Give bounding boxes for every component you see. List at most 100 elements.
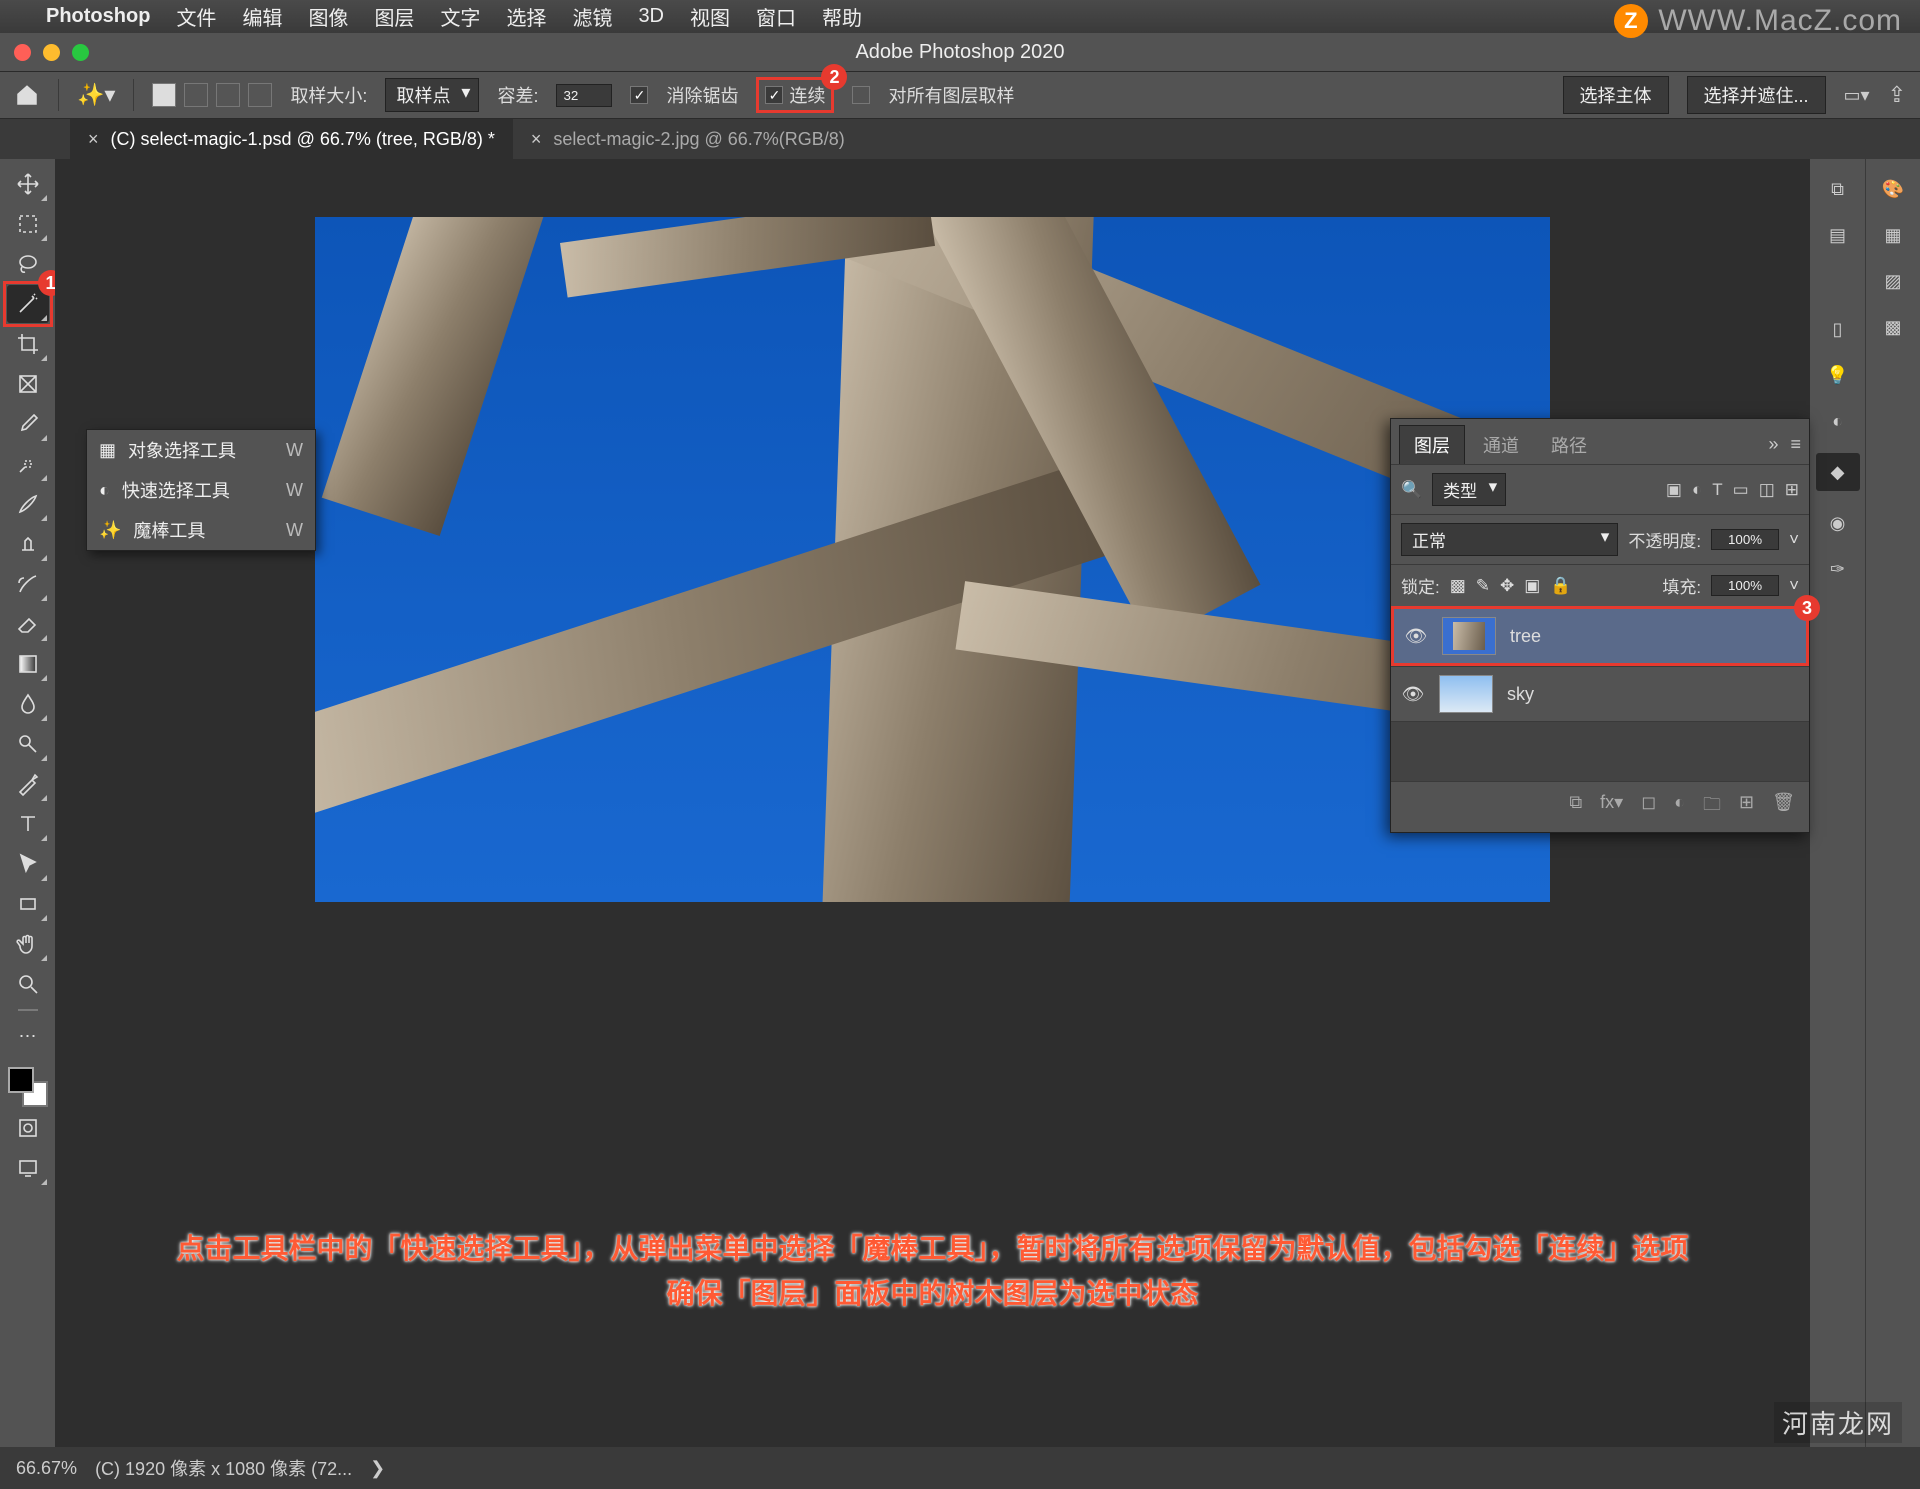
tolerance-input[interactable]: [556, 84, 612, 107]
gradients-panel-icon[interactable]: ▨: [1879, 267, 1907, 295]
subtract-selection-icon[interactable]: [216, 83, 240, 107]
workspace-switcher-icon[interactable]: ▭▾: [1844, 85, 1870, 106]
menu-view[interactable]: 视图: [690, 2, 730, 31]
search-icon[interactable]: 🔍: [1401, 480, 1422, 500]
frame-tool[interactable]: [7, 365, 49, 403]
layer-thumbnail[interactable]: [1439, 675, 1493, 713]
document-tab[interactable]: × select-magic-2.jpg @ 66.7%(RGB/8): [513, 119, 863, 159]
filter-pixel-icon[interactable]: ▣: [1666, 480, 1682, 500]
filter-type-icon[interactable]: T: [1712, 480, 1722, 500]
flyout-item-quick-selection[interactable]: ◐ 快速选择工具 W: [87, 470, 315, 510]
lock-artboard-icon[interactable]: ▣: [1524, 576, 1540, 596]
info-panel-icon[interactable]: 💡: [1824, 361, 1852, 389]
rectangle-tool[interactable]: [7, 885, 49, 923]
fill-chevron-icon[interactable]: ˅: [1789, 576, 1799, 596]
share-icon[interactable]: ⇪: [1888, 82, 1906, 108]
quick-mask-icon[interactable]: [7, 1109, 49, 1147]
menu-file[interactable]: 文件: [176, 2, 216, 31]
filter-smart-icon[interactable]: ◫: [1759, 480, 1775, 500]
move-tool[interactable]: [7, 165, 49, 203]
lock-transparency-icon[interactable]: ▩: [1450, 576, 1466, 596]
patterns-panel-icon[interactable]: ▩: [1879, 313, 1907, 341]
edit-toolbar-icon[interactable]: ⋯: [7, 1017, 49, 1055]
document-tab[interactable]: × (C) select-magic-1.psd @ 66.7% (tree, …: [70, 119, 513, 159]
tab-paths[interactable]: 路径: [1537, 426, 1601, 464]
menu-help[interactable]: 帮助: [822, 2, 862, 31]
crop-tool[interactable]: [7, 325, 49, 363]
contiguous-checkbox[interactable]: ✓: [765, 86, 783, 104]
swatches-panel-icon[interactable]: ▦: [1879, 221, 1907, 249]
add-selection-icon[interactable]: [184, 83, 208, 107]
new-layer-icon[interactable]: ⊞: [1739, 792, 1754, 822]
document-canvas[interactable]: [315, 217, 1550, 902]
layer-item-sky[interactable]: 👁 sky: [1391, 666, 1809, 721]
visibility-eye-icon[interactable]: 👁: [1404, 626, 1428, 647]
foreground-color-swatch[interactable]: [8, 1067, 34, 1093]
filter-toggle-icon[interactable]: ⊞: [1785, 480, 1799, 500]
layer-filter-dropdown[interactable]: 类型: [1432, 473, 1506, 506]
menu-filter[interactable]: 滤镜: [572, 2, 612, 31]
blend-mode-dropdown[interactable]: 正常: [1401, 523, 1618, 556]
panel-menu-icon[interactable]: ≡: [1790, 434, 1801, 455]
gradient-tool[interactable]: [7, 645, 49, 683]
zoom-window-icon[interactable]: [72, 44, 89, 61]
flyout-item-magic-wand[interactable]: ✨ 魔棒工具 W: [87, 510, 315, 550]
fill-input[interactable]: [1711, 575, 1779, 596]
layer-name[interactable]: tree: [1510, 626, 1541, 647]
new-selection-icon[interactable]: [152, 83, 176, 107]
dodge-tool[interactable]: [7, 725, 49, 763]
doc-info[interactable]: (C) 1920 像素 x 1080 像素 (72...: [95, 1455, 352, 1481]
layer-group-icon[interactable]: 🗀: [1703, 792, 1721, 822]
delete-layer-icon[interactable]: 🗑: [1772, 792, 1795, 822]
color-picker[interactable]: [8, 1067, 48, 1107]
opacity-input[interactable]: [1711, 529, 1779, 550]
menu-edit[interactable]: 编辑: [242, 2, 282, 31]
eyedropper-tool[interactable]: [7, 405, 49, 443]
layer-mask-icon[interactable]: ◻: [1641, 792, 1656, 822]
collapse-panel-icon[interactable]: »: [1768, 434, 1778, 455]
lock-position-icon[interactable]: ✥: [1500, 576, 1514, 596]
menu-3d[interactable]: 3D: [638, 5, 664, 28]
hand-tool[interactable]: [7, 925, 49, 963]
filter-adjust-icon[interactable]: ◐: [1692, 480, 1702, 500]
menu-type[interactable]: 文字: [440, 2, 480, 31]
all-layers-checkbox[interactable]: [852, 86, 870, 104]
tab-channels[interactable]: 通道: [1469, 426, 1533, 464]
adjustment-layer-icon[interactable]: ◐: [1674, 792, 1685, 822]
minimize-window-icon[interactable]: [43, 44, 60, 61]
intersect-selection-icon[interactable]: [248, 83, 272, 107]
type-tool[interactable]: [7, 805, 49, 843]
brush-tool[interactable]: [7, 485, 49, 523]
healing-brush-tool[interactable]: [7, 445, 49, 483]
layer-thumbnail[interactable]: [1442, 617, 1496, 655]
link-layers-icon[interactable]: ⧉: [1569, 792, 1582, 822]
clone-stamp-tool[interactable]: [7, 525, 49, 563]
layer-fx-icon[interactable]: fx▾: [1600, 792, 1623, 822]
paths-panel-icon[interactable]: ✑: [1824, 555, 1852, 583]
libraries-panel-icon[interactable]: ▯: [1824, 315, 1852, 343]
properties-panel-icon[interactable]: ▤: [1824, 221, 1852, 249]
select-and-mask-button[interactable]: 选择并遮住...: [1687, 76, 1826, 114]
close-tab-icon[interactable]: ×: [531, 129, 542, 150]
blur-tool[interactable]: [7, 685, 49, 723]
anti-alias-checkbox[interactable]: ✓: [630, 86, 648, 104]
screen-mode-icon[interactable]: [7, 1149, 49, 1187]
flyout-item-object-selection[interactable]: ▦ 对象选择工具 W: [87, 430, 315, 470]
visibility-eye-icon[interactable]: 👁: [1401, 684, 1425, 705]
filter-shape-icon[interactable]: ▭: [1733, 480, 1749, 500]
close-tab-icon[interactable]: ×: [88, 129, 99, 150]
home-icon[interactable]: [14, 82, 40, 108]
magic-wand-icon[interactable]: ✨▾: [77, 82, 115, 108]
magic-wand-tool[interactable]: 1: [7, 285, 49, 323]
eraser-tool[interactable]: [7, 605, 49, 643]
lock-pixels-icon[interactable]: ✎: [1476, 576, 1490, 596]
menu-select[interactable]: 选择: [506, 2, 546, 31]
layer-name[interactable]: sky: [1507, 684, 1534, 705]
menu-layer[interactable]: 图层: [374, 2, 414, 31]
menu-window[interactable]: 窗口: [756, 2, 796, 31]
layers-panel-icon[interactable]: ◆: [1816, 453, 1860, 491]
zoom-level[interactable]: 66.67%: [16, 1458, 77, 1479]
color-panel-icon[interactable]: 🎨: [1879, 175, 1907, 203]
lock-all-icon[interactable]: 🔒: [1550, 576, 1571, 596]
marquee-tool[interactable]: [7, 205, 49, 243]
